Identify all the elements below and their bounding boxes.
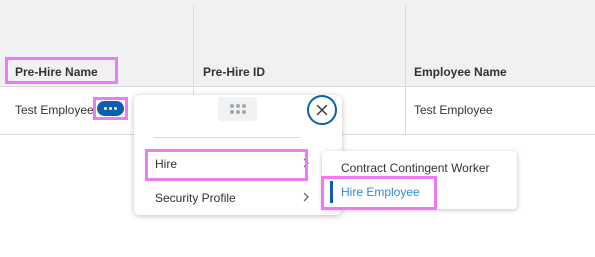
drag-dot [241,104,246,108]
related-actions-popup: Hire Security Profile [134,95,342,215]
pre-hire-name-cell[interactable]: Test Employee [15,103,94,117]
drag-handle-icon[interactable] [218,97,257,121]
column-header-pre-hire-name[interactable]: Pre-Hire Name [15,65,98,79]
submenu-item-hire-employee[interactable]: Hire Employee [341,185,420,199]
related-actions-button[interactable] [97,101,124,116]
more-icon-dot [109,107,112,110]
more-icon-dot [114,107,117,110]
menu-item-label: Security Profile [155,191,236,205]
column-header-pre-hire-id[interactable]: Pre-Hire ID [203,65,265,79]
employee-name-cell: Test Employee [414,103,493,117]
close-button[interactable] [307,95,337,125]
drag-dot [235,104,240,108]
chevron-right-icon [303,192,309,202]
column-divider [405,5,406,135]
drag-dot [229,110,234,114]
column-header-employee-name[interactable]: Employee Name [414,65,507,79]
active-indicator [330,181,333,203]
menu-item-hire[interactable]: Hire [146,151,314,177]
close-icon [316,104,328,116]
drag-dot [235,110,240,114]
submenu-item-contract-contingent-worker[interactable]: Contract Contingent Worker [341,161,490,175]
menu-item-label: Hire [155,157,178,171]
hire-submenu: Contract Contingent Worker Hire Employee [322,151,517,209]
menu-item-security-profile[interactable]: Security Profile [146,185,314,211]
chevron-right-icon [303,158,309,168]
more-icon [104,107,107,110]
drag-dot [229,104,234,108]
popup-divider [154,137,301,138]
row-divider [0,86,595,87]
drag-dot [241,110,246,114]
